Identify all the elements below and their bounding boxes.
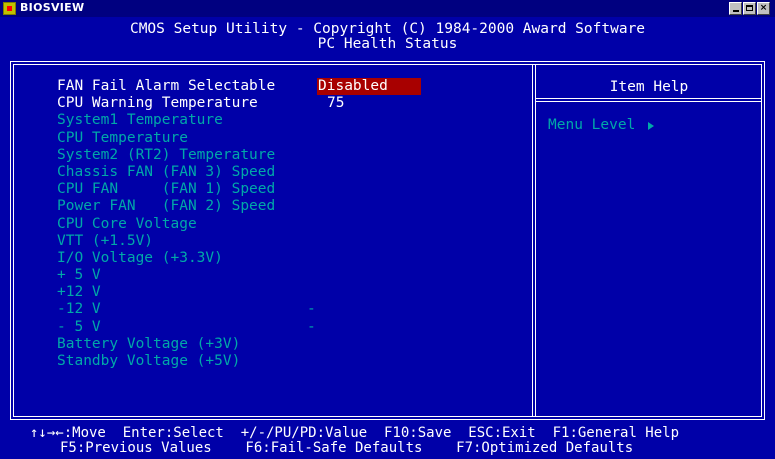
setting-row: CPU FAN (FAN 1) Speed (57, 181, 527, 198)
setting-row: +12 V (57, 284, 527, 301)
title-bar[interactable]: BIOSVIEW × (0, 0, 775, 17)
key-legend: ↑↓→←:Move Enter:Select +/-/PU/PD:Value F… (0, 424, 775, 459)
setting-row: System2 (RT2) Temperature (57, 147, 527, 164)
maximize-icon (746, 5, 753, 11)
setting-label: -12 V (57, 301, 101, 318)
right-triangle-icon (648, 122, 654, 130)
setting-label: Power FAN (FAN 2) Speed (57, 198, 276, 215)
maximize-button[interactable] (743, 2, 756, 15)
setting-value[interactable]: Disabled (317, 78, 421, 96)
setting-label: + 5 V (57, 267, 101, 284)
setting-label: Chassis FAN (FAN 3) Speed (57, 163, 276, 180)
close-icon: × (759, 3, 768, 13)
key-legend-line-2: F5:Previous Values F6:Fail-Safe Defaults… (60, 440, 634, 456)
help-separator (536, 98, 762, 102)
settings-list: FAN Fail Alarm Selectable Disabled CPU War… (57, 78, 527, 370)
setting-row[interactable]: CPU Warning Temperature 75 (57, 95, 527, 112)
item-help-title: Item Help (609, 79, 689, 95)
app-icon (3, 2, 16, 15)
setting-label: System1 Temperature (57, 112, 223, 129)
setting-value: - (307, 318, 316, 335)
setting-value[interactable]: 75 (327, 95, 344, 112)
key-legend-line-1: ↑↓→←:Move Enter:Select +/-/PU/PD:Value F… (30, 425, 680, 441)
setting-label: Standby Voltage (+5V) (57, 353, 241, 369)
page-title: PC Health Status (317, 36, 458, 52)
window-title: BIOSVIEW (20, 1, 85, 14)
setting-row: Standby Voltage (+5V) (57, 353, 527, 370)
setting-label: +12 V (57, 284, 101, 301)
bios-window: BIOSVIEW × CMOS Setup Utility - Copyrigh… (0, 0, 775, 459)
setting-label: Battery Voltage (+3V) (57, 335, 241, 352)
setting-row: + 5 V (57, 267, 527, 284)
setting-label: CPU Warning Temperature (57, 95, 258, 112)
copyright-line: CMOS Setup Utility - Copyright (C) 1984-… (129, 21, 646, 37)
setting-row: Power FAN (FAN 2) Speed (57, 198, 527, 215)
setting-value: - (307, 301, 316, 318)
setting-row: Battery Voltage (+3V) (57, 336, 527, 353)
setting-row: - 5 V - (57, 319, 527, 336)
minimize-button[interactable] (729, 2, 742, 15)
setting-row: CPU Core Voltage (57, 216, 527, 233)
setting-label: - 5 V (57, 318, 101, 335)
setting-label: CPU Temperature (57, 129, 188, 146)
panel-divider (532, 64, 536, 417)
menu-level-label: Menu Level (548, 117, 636, 133)
minimize-icon (733, 10, 739, 12)
setting-row[interactable]: FAN Fail Alarm Selectable Disabled (57, 78, 527, 96)
setting-label: CPU Core Voltage (57, 215, 197, 232)
setting-row: I/O Voltage (+3.3V) (57, 250, 527, 267)
setting-row: Chassis FAN (FAN 3) Speed (57, 164, 527, 181)
setting-label: I/O Voltage (+3.3V) (57, 249, 223, 266)
setting-row: -12 V - (57, 301, 527, 318)
setting-row: VTT (+1.5V) (57, 233, 527, 250)
setting-label: CPU FAN (FAN 1) Speed (57, 181, 276, 198)
setting-label: FAN Fail Alarm Selectable (57, 78, 276, 94)
setting-row: CPU Temperature (57, 130, 527, 147)
setting-label: VTT (+1.5V) (57, 232, 154, 249)
setup-header: CMOS Setup Utility - Copyright (C) 1984-… (0, 22, 775, 60)
close-button[interactable]: × (757, 2, 770, 15)
setting-row: System1 Temperature (57, 112, 527, 129)
setting-label: System2 (RT2) Temperature (57, 146, 276, 163)
